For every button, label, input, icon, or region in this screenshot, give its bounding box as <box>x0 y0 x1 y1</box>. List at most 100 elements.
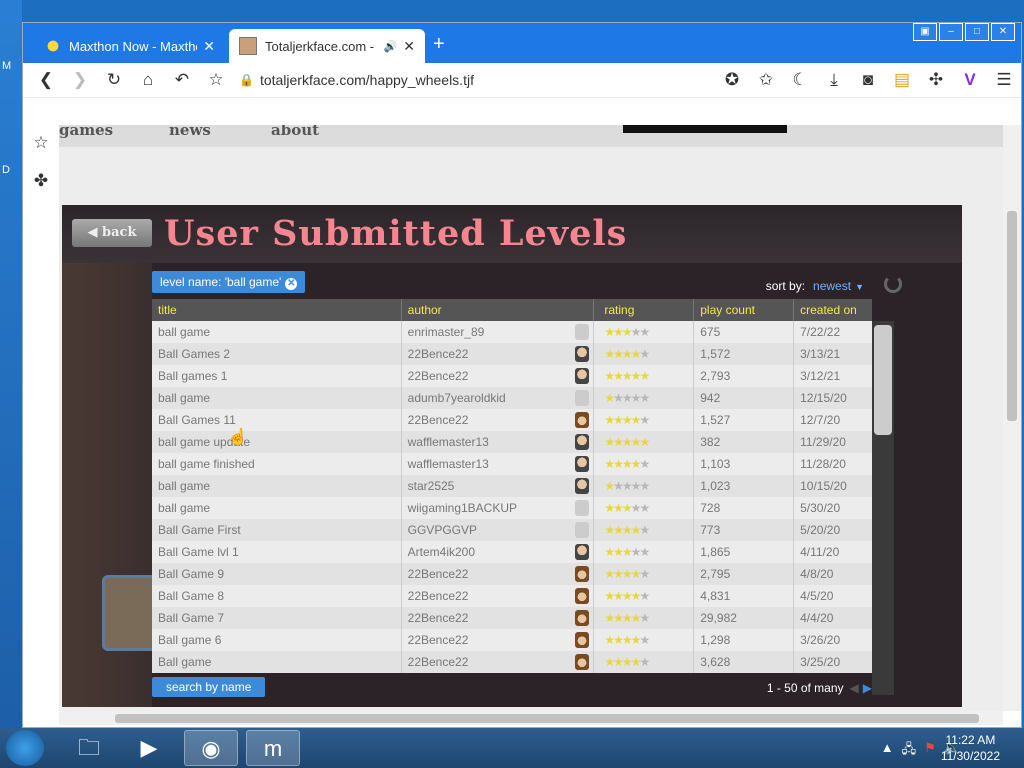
scroll-thumb[interactable] <box>115 714 979 723</box>
apps-icon[interactable]: ✤ <box>23 171 59 201</box>
table-row[interactable]: Ball Game 7 22Bence22 ★★★★★ 29,982 4/4/20 <box>152 607 872 629</box>
table-row[interactable]: Ball Game 8 22Bence22 ★★★★★ 4,831 4/5/20 <box>152 585 872 607</box>
horizontal-scrollbar[interactable] <box>59 711 1003 725</box>
level-title[interactable]: ball game <box>152 475 402 497</box>
maximize-button[interactable]: □ <box>965 23 989 41</box>
level-title[interactable]: Ball Game lvl 1 <box>152 541 402 563</box>
nav-games[interactable]: games <box>59 125 113 139</box>
menu-icon[interactable]: ☰ <box>987 70 1021 90</box>
refresh-icon[interactable] <box>884 275 902 293</box>
level-author[interactable]: 22Bence22 <box>402 365 572 387</box>
add-favorite-icon[interactable]: ✩ <box>749 70 783 90</box>
home-icon[interactable]: ⌂ <box>131 70 165 90</box>
address-bar[interactable]: 🔒 totaljerkface.com/happy_wheels.tjf <box>239 72 474 88</box>
level-title[interactable]: Ball Games 11 <box>152 409 402 431</box>
table-row[interactable]: ball game enrimaster_89 ★★★★★ 675 7/22/22 <box>152 321 872 343</box>
level-author[interactable]: 22Bence22 <box>402 409 572 431</box>
restore-layout-icon[interactable]: ▣ <box>913 23 937 41</box>
level-title[interactable]: ball game update <box>152 431 402 453</box>
favorites-star-icon[interactable]: ☆ <box>23 133 59 163</box>
table-row[interactable]: Ball Game lvl 1 Artem4ik200 ★★★★★ 1,865 4/11… <box>152 541 872 563</box>
scroll-thumb[interactable] <box>1007 211 1017 421</box>
level-title[interactable]: Ball game 6 <box>152 629 402 651</box>
table-row[interactable]: ball game update wafflemaster13 ★★★★★ 382 11… <box>152 431 872 453</box>
level-title[interactable]: Ball Game First <box>152 519 402 541</box>
level-author[interactable]: 22Bence22 <box>402 651 572 673</box>
new-tab-button[interactable]: + <box>433 33 445 56</box>
sort-control[interactable]: sort by: newest ▼ <box>766 279 864 293</box>
search-by-name-button[interactable]: search by name <box>152 677 266 697</box>
chrome-icon[interactable]: ◉ <box>184 730 238 766</box>
level-title[interactable]: ball game <box>152 321 402 343</box>
table-row[interactable]: ball game star2525 ★★★★★ 1,023 10/15/20 <box>152 475 872 497</box>
level-author[interactable]: 22Bence22 <box>402 563 572 585</box>
nav-about[interactable]: about <box>271 125 319 139</box>
speaker-icon[interactable]: 🔊 <box>384 40 398 53</box>
level-author[interactable]: 22Bence22 <box>402 343 572 365</box>
vertical-scrollbar[interactable] <box>1003 125 1021 711</box>
level-author[interactable]: GGVPGGVP <box>402 519 572 541</box>
clear-filter-icon[interactable]: ✕ <box>285 278 298 290</box>
level-author[interactable]: adumb7yearoldkid <box>402 387 572 409</box>
level-title[interactable]: Ball game <box>152 651 402 673</box>
tab-totaljerkface[interactable]: Totaljerkface.com - 🔊 ✕ <box>229 29 425 63</box>
level-title[interactable]: Ball Games 2 <box>152 343 402 365</box>
level-title[interactable]: Ball Game 8 <box>152 585 402 607</box>
back-button[interactable]: ◀ back <box>72 219 152 247</box>
minimize-button[interactable]: – <box>939 23 963 41</box>
table-row[interactable]: Ball Game 9 22Bence22 ★★★★★ 2,795 4/8/20 <box>152 563 872 585</box>
download-icon[interactable]: ⤓ <box>817 70 851 90</box>
table-row[interactable]: Ball Games 2 22Bence22 ★★★★★ 1,572 3/13/21 <box>152 343 872 365</box>
table-row[interactable]: Ball game 6 22Bence22 ★★★★★ 1,298 3/26/20 <box>152 629 872 651</box>
level-title[interactable]: Ball Game 9 <box>152 563 402 585</box>
media-player-icon[interactable]: ▶ <box>122 730 176 766</box>
table-row[interactable]: ball game wiigaming1BACKUP ★★★★★ 728 5/30/20 <box>152 497 872 519</box>
extensions-icon[interactable]: ✣ <box>919 70 953 90</box>
night-mode-icon[interactable]: ☾ <box>783 70 817 90</box>
table-scrollbar[interactable] <box>872 321 894 695</box>
level-author[interactable]: wafflemaster13 <box>402 453 572 475</box>
col-title[interactable]: title <box>152 299 402 321</box>
table-row[interactable]: ball game adumb7yearoldkid ★★★★★ 942 12/15/2… <box>152 387 872 409</box>
vpn-icon[interactable]: V <box>953 70 987 90</box>
level-author[interactable]: wiigaming1BACKUP <box>402 497 572 519</box>
nav-news[interactable]: news <box>169 125 211 139</box>
level-title[interactable]: ball game <box>152 387 402 409</box>
reload-icon[interactable]: ↻ <box>97 70 131 90</box>
ad-block-icon[interactable]: ✪ <box>715 70 749 90</box>
table-row[interactable]: Ball Games 11 22Bence22 ★★★★★ 1,527 12/7/20 <box>152 409 872 431</box>
level-author[interactable]: 22Bence22 <box>402 607 572 629</box>
favorite-star-icon[interactable]: ☆ <box>199 70 233 90</box>
start-button[interactable] <box>6 730 44 766</box>
table-scroll-thumb[interactable] <box>874 325 892 435</box>
col-created-on[interactable]: created on <box>794 299 872 321</box>
level-author[interactable]: 22Bence22 <box>402 629 572 651</box>
level-title[interactable]: ball game <box>152 497 402 519</box>
clock[interactable]: 11:22 AM 11/30/2022 <box>941 732 1000 764</box>
close-window-button[interactable]: ✕ <box>991 23 1015 41</box>
maxthon-icon[interactable]: m <box>246 730 300 766</box>
undo-close-icon[interactable]: ↶ <box>165 70 199 90</box>
close-icon[interactable]: ✕ <box>403 38 415 55</box>
network-icon[interactable]: 🖧 <box>902 740 917 762</box>
level-author[interactable]: star2525 <box>402 475 572 497</box>
show-hidden-icons-icon[interactable]: ▲ <box>881 740 894 762</box>
back-arrow-icon[interactable]: ❮ <box>29 70 63 90</box>
level-author[interactable]: 22Bence22 <box>402 585 572 607</box>
table-row[interactable]: Ball game 22Bence22 ★★★★★ 3,628 3/25/20 <box>152 651 872 673</box>
level-title[interactable]: Ball games 1 <box>152 365 402 387</box>
notes-icon[interactable]: ▤ <box>885 70 919 90</box>
next-page-icon[interactable]: ▶ <box>863 681 872 695</box>
tab-maxthon-now[interactable]: Maxthon Now - Maxtho ✕ <box>35 29 225 63</box>
table-row[interactable]: ball game finished wafflemaster13 ★★★★★ 1,1… <box>152 453 872 475</box>
table-row[interactable]: Ball games 1 22Bence22 ★★★★★ 2,793 3/12/21 <box>152 365 872 387</box>
level-title[interactable]: ball game finished <box>152 453 402 475</box>
level-author[interactable]: wafflemaster13 <box>402 431 572 453</box>
prev-page-icon[interactable]: ◀ <box>850 681 859 695</box>
level-author[interactable]: Artem4ik200 <box>402 541 572 563</box>
close-icon[interactable]: ✕ <box>203 38 215 55</box>
col-rating[interactable]: rating <box>594 299 695 321</box>
forward-arrow-icon[interactable]: ❯ <box>63 70 97 90</box>
col-play-count[interactable]: play count <box>694 299 795 321</box>
table-row[interactable]: Ball Game First GGVPGGVP ★★★★★ 773 5/20/20 <box>152 519 872 541</box>
